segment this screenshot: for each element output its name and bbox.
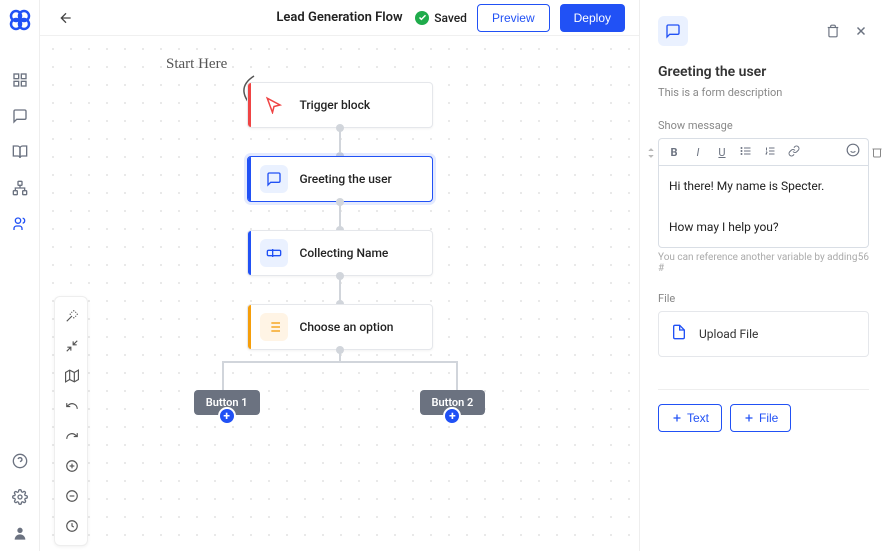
emoji-button[interactable] bbox=[846, 143, 860, 161]
panel-description: This is a form description bbox=[658, 86, 869, 99]
message-icon bbox=[260, 165, 288, 193]
link-button[interactable] bbox=[787, 145, 801, 160]
check-icon bbox=[415, 11, 429, 25]
close-panel-button[interactable] bbox=[853, 23, 869, 39]
show-message-label: Show message bbox=[658, 119, 869, 132]
tool-map[interactable] bbox=[55, 361, 89, 391]
preview-button[interactable]: Preview bbox=[477, 4, 550, 32]
start-here-label: Start Here bbox=[166, 56, 227, 73]
drag-handle-icon[interactable] bbox=[646, 146, 656, 163]
page-title: Lead Generation Flow bbox=[276, 10, 402, 25]
bullet-list-button[interactable] bbox=[739, 145, 753, 160]
tool-zoom-out[interactable] bbox=[55, 481, 89, 511]
main-sidebar bbox=[0, 0, 40, 551]
node-choose-option[interactable]: Choose an option bbox=[247, 304, 433, 350]
delete-node-button[interactable] bbox=[825, 23, 841, 39]
message-textarea[interactable]: Hi there! My name is Specter. How may I … bbox=[658, 165, 869, 248]
tool-fit[interactable] bbox=[55, 331, 89, 361]
list-icon bbox=[260, 313, 288, 341]
add-node-button[interactable]: + bbox=[443, 407, 461, 425]
upload-file-button[interactable]: Upload File bbox=[658, 311, 869, 357]
logo bbox=[8, 8, 32, 32]
tool-undo[interactable] bbox=[55, 391, 89, 421]
saved-indicator: Saved bbox=[415, 11, 467, 25]
cursor-icon bbox=[260, 91, 288, 119]
canvas[interactable]: Start Here bbox=[40, 36, 639, 551]
delete-message-button[interactable] bbox=[871, 146, 883, 162]
tool-redo[interactable] bbox=[55, 421, 89, 451]
nav-dashboard[interactable] bbox=[0, 62, 40, 98]
underline-button[interactable]: U bbox=[715, 146, 729, 159]
back-button[interactable] bbox=[54, 6, 78, 30]
nav-profile[interactable] bbox=[0, 515, 40, 551]
flow-button-2[interactable]: Button 2 + bbox=[420, 390, 486, 415]
panel-title: Greeting the user bbox=[658, 64, 869, 80]
header: Lead Generation Flow Saved Preview Deplo… bbox=[40, 0, 639, 36]
properties-panel: Greeting the user This is a form descrip… bbox=[639, 0, 887, 551]
bold-button[interactable]: B bbox=[667, 146, 681, 159]
add-node-button[interactable]: + bbox=[218, 407, 236, 425]
add-file-button[interactable]: File bbox=[730, 404, 791, 432]
numbered-list-button[interactable] bbox=[763, 145, 777, 160]
input-icon bbox=[260, 239, 288, 267]
tool-history[interactable] bbox=[55, 511, 89, 541]
nav-help[interactable] bbox=[0, 443, 40, 479]
node-collecting-name[interactable]: Collecting Name bbox=[247, 230, 433, 276]
file-icon bbox=[671, 324, 687, 344]
tool-palette bbox=[54, 296, 88, 546]
tool-zoom-in[interactable] bbox=[55, 451, 89, 481]
node-trigger[interactable]: Trigger block bbox=[247, 82, 433, 128]
tool-magic[interactable] bbox=[55, 301, 89, 331]
nav-settings[interactable] bbox=[0, 479, 40, 515]
add-text-button[interactable]: Text bbox=[658, 404, 722, 432]
italic-button[interactable]: I bbox=[691, 146, 705, 159]
char-count: 56 bbox=[858, 252, 869, 274]
nav-flows[interactable] bbox=[0, 170, 40, 206]
nav-chat[interactable] bbox=[0, 98, 40, 134]
nav-knowledge[interactable] bbox=[0, 134, 40, 170]
node-greeting[interactable]: Greeting the user bbox=[247, 156, 433, 202]
message-icon bbox=[658, 16, 688, 46]
editor-toolbar: B I U bbox=[658, 138, 869, 165]
variable-hint: You can reference another variable by ad… bbox=[658, 252, 858, 274]
file-label: File bbox=[658, 292, 869, 305]
nav-contacts[interactable] bbox=[0, 206, 40, 242]
flow-button-1[interactable]: Button 1 + bbox=[194, 390, 260, 415]
deploy-button[interactable]: Deploy bbox=[560, 4, 625, 32]
